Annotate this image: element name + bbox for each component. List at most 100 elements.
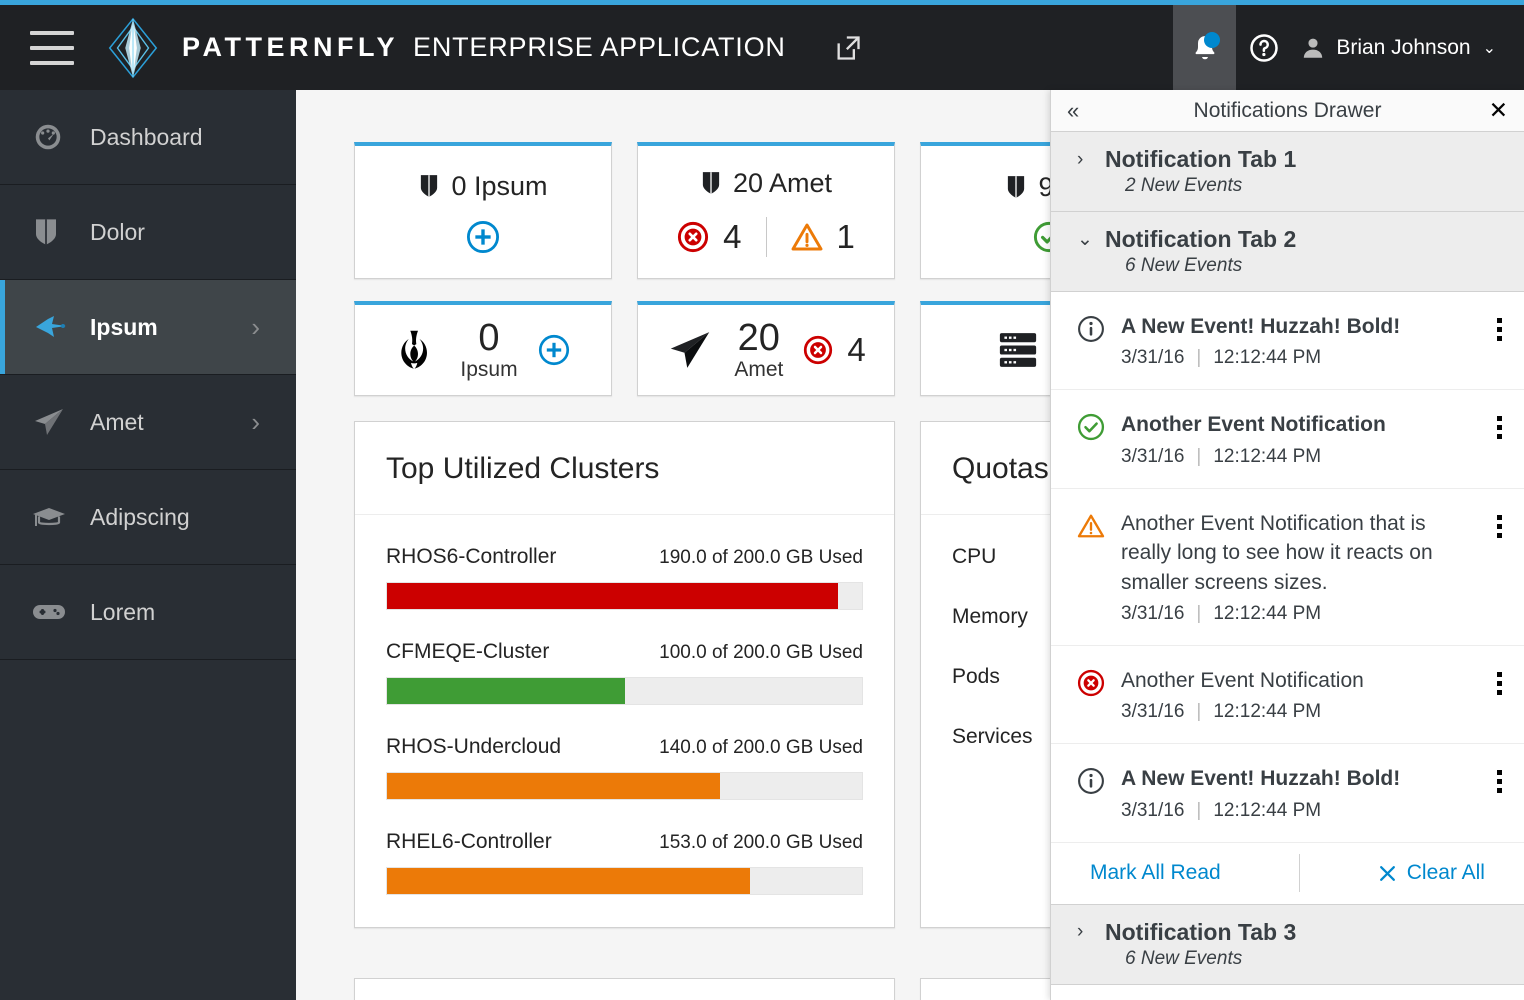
stat-card-title: 0 Ipsum bbox=[451, 170, 548, 201]
stat-card-ipsum-detail[interactable]: 0 Ipsum bbox=[354, 301, 612, 396]
notifications-bell-button[interactable] bbox=[1173, 5, 1237, 90]
notification-timestamp: 3/31/16 | 12:12:44 PM bbox=[1121, 800, 1474, 822]
warning-triangle-icon bbox=[791, 223, 822, 250]
gamepad-icon bbox=[32, 600, 74, 624]
cluster-row: CFMEQE-Cluster 100.0 of 200.0 GB Used bbox=[386, 640, 863, 705]
sidebar-item-lorem[interactable]: Lorem bbox=[0, 565, 296, 660]
rocket-icon bbox=[32, 313, 74, 341]
kebab-menu-icon[interactable] bbox=[1490, 764, 1508, 794]
kebab-menu-icon[interactable] bbox=[1490, 312, 1508, 341]
notification-time: 12:12:44 PM bbox=[1213, 445, 1322, 467]
stat-value-block: 20 Amet bbox=[734, 317, 784, 381]
paper-plane-icon bbox=[32, 406, 74, 438]
kebab-menu-icon[interactable] bbox=[1490, 410, 1508, 440]
stat-value: 20 bbox=[737, 317, 780, 360]
sidebar-item-ipsum[interactable]: Ipsum › bbox=[0, 280, 296, 375]
notification-item[interactable]: Another Event Notification 3/31/16 | 12:… bbox=[1051, 390, 1524, 489]
stat-card-amet[interactable]: 20 Amet 4 1 bbox=[637, 142, 895, 279]
notification-time: 12:12:44 PM bbox=[1213, 347, 1322, 369]
cluster-progress-track bbox=[386, 677, 863, 705]
notification-tab-1[interactable]: › Notification Tab 1 2 New Events bbox=[1051, 132, 1524, 212]
stat-card-ipsum[interactable]: 0 Ipsum bbox=[354, 142, 612, 279]
tab-title: Notification Tab 2 bbox=[1105, 226, 1297, 252]
cluster-progress-fill bbox=[387, 583, 839, 609]
tab-event-count: 2 New Events bbox=[1125, 175, 1243, 196]
tab-title: Notification Tab 1 bbox=[1105, 146, 1297, 172]
drawer-title: Notifications Drawer bbox=[1193, 98, 1382, 122]
timestamp-separator: | bbox=[1196, 701, 1202, 723]
cluster-row: RHEL6-Controller 153.0 of 200.0 GB Used bbox=[386, 830, 863, 895]
stat-card-amet-detail[interactable]: 20 Amet 4 bbox=[637, 301, 895, 396]
sidebar-item-label: Lorem bbox=[90, 598, 156, 625]
server-icon bbox=[999, 333, 1037, 367]
info-circle-icon bbox=[1077, 767, 1105, 800]
timestamp-separator: | bbox=[1196, 445, 1202, 467]
kebab-menu-icon[interactable] bbox=[1490, 666, 1508, 695]
close-icon[interactable]: ✕ bbox=[1489, 99, 1508, 122]
info-circle-icon bbox=[1077, 315, 1105, 348]
drawer-body[interactable]: › Notification Tab 1 2 New Events ⌄ Noti… bbox=[1051, 132, 1524, 1000]
hamburger-icon[interactable] bbox=[30, 30, 74, 65]
cluster-progress-fill bbox=[387, 868, 751, 894]
shield-icon bbox=[702, 172, 720, 194]
top-utilized-clusters-panel: Top Utilized Clusters RHOS6-Controller 1… bbox=[354, 421, 895, 928]
cluster-name: RHEL6-Controller bbox=[386, 830, 552, 853]
stat-value: 0 bbox=[478, 317, 500, 360]
error-circle-icon bbox=[678, 221, 709, 252]
sidebar-item-dolor[interactable]: Dolor bbox=[0, 185, 296, 280]
plus-circle-icon[interactable] bbox=[538, 334, 570, 366]
notifications-drawer: « Notifications Drawer ✕ › Notification … bbox=[1050, 90, 1524, 1000]
error-circle-icon bbox=[804, 335, 833, 365]
external-link-icon[interactable] bbox=[834, 34, 862, 62]
stat-error-count: 4 bbox=[847, 331, 866, 368]
notification-tab-2[interactable]: ⌄ Notification Tab 2 6 New Events bbox=[1051, 212, 1524, 292]
cluster-progress-track bbox=[386, 867, 863, 895]
stat-warning-count: 1 bbox=[836, 217, 855, 255]
notification-timestamp: 3/31/16 | 12:12:44 PM bbox=[1121, 347, 1474, 369]
cluster-list: RHOS6-Controller 190.0 of 200.0 GB Used … bbox=[355, 515, 894, 927]
user-menu-button[interactable]: Brian Johnson ⌄ bbox=[1292, 5, 1524, 90]
stat-value-block: 0 Ipsum bbox=[460, 317, 518, 381]
clear-all-button[interactable]: Clear All bbox=[1378, 861, 1485, 885]
notification-time: 12:12:44 PM bbox=[1213, 799, 1322, 821]
kebab-menu-icon[interactable] bbox=[1490, 509, 1508, 538]
shield-icon bbox=[32, 216, 74, 248]
notification-tab-3[interactable]: › Notification Tab 3 6 New Events bbox=[1051, 904, 1524, 985]
bottom-panel-left bbox=[354, 978, 895, 1000]
patternfly-logo bbox=[108, 17, 158, 78]
notification-item[interactable]: Another Event Notification 3/31/16 | 12:… bbox=[1051, 645, 1524, 745]
chevron-right-icon: › bbox=[1077, 148, 1084, 170]
stat-label: Ipsum bbox=[460, 357, 518, 381]
cluster-progress-fill bbox=[387, 773, 720, 799]
notification-item[interactable]: A New Event! Huzzah! Bold! 3/31/16 | 12:… bbox=[1051, 744, 1524, 843]
graduation-cap-icon bbox=[32, 503, 74, 531]
drawer-actions: Mark All Read Clear All bbox=[1051, 842, 1524, 905]
notification-date: 3/31/16 bbox=[1121, 445, 1185, 467]
cluster-usage: 140.0 of 200.0 GB Used bbox=[659, 737, 863, 758]
notification-timestamp: 3/31/16 | 12:12:44 PM bbox=[1121, 701, 1474, 723]
notification-time: 12:12:44 PM bbox=[1213, 701, 1322, 723]
dashboard-icon bbox=[32, 121, 74, 153]
sidebar-item-dashboard[interactable]: Dashboard bbox=[0, 90, 296, 185]
notification-date: 3/31/16 bbox=[1121, 799, 1185, 821]
paper-plane-icon bbox=[671, 332, 710, 368]
notification-item[interactable]: Another Event Notification that is reall… bbox=[1051, 488, 1524, 646]
stat-label: Amet bbox=[734, 357, 784, 381]
timestamp-separator: | bbox=[1196, 799, 1202, 821]
notification-timestamp: 3/31/16 | 12:12:44 PM bbox=[1121, 446, 1474, 468]
chevron-right-icon: › bbox=[1077, 921, 1084, 943]
help-button[interactable] bbox=[1236, 5, 1292, 90]
mark-all-read-button[interactable]: Mark All Read bbox=[1090, 861, 1221, 885]
sidebar-item-amet[interactable]: Amet › bbox=[0, 375, 296, 470]
notification-item[interactable]: A New Event! Huzzah! Bold! 3/31/16 | 12:… bbox=[1051, 292, 1524, 391]
sidebar-navigation: Dashboard Dolor Ipsum › Amet › Adipscing… bbox=[0, 90, 296, 1000]
stat-card-title: 20 Amet bbox=[732, 167, 833, 198]
plus-circle-icon[interactable] bbox=[466, 220, 500, 254]
panel-title: Top Utilized Clusters bbox=[355, 422, 894, 515]
cluster-row: RHOS6-Controller 190.0 of 200.0 GB Used bbox=[386, 545, 863, 610]
sidebar-item-adipscing[interactable]: Adipscing bbox=[0, 470, 296, 565]
cluster-name: RHOS6-Controller bbox=[386, 545, 557, 568]
warning-triangle-icon bbox=[1077, 512, 1105, 545]
divider bbox=[765, 216, 767, 257]
cluster-row: RHOS-Undercloud 140.0 of 200.0 GB Used bbox=[386, 735, 863, 800]
